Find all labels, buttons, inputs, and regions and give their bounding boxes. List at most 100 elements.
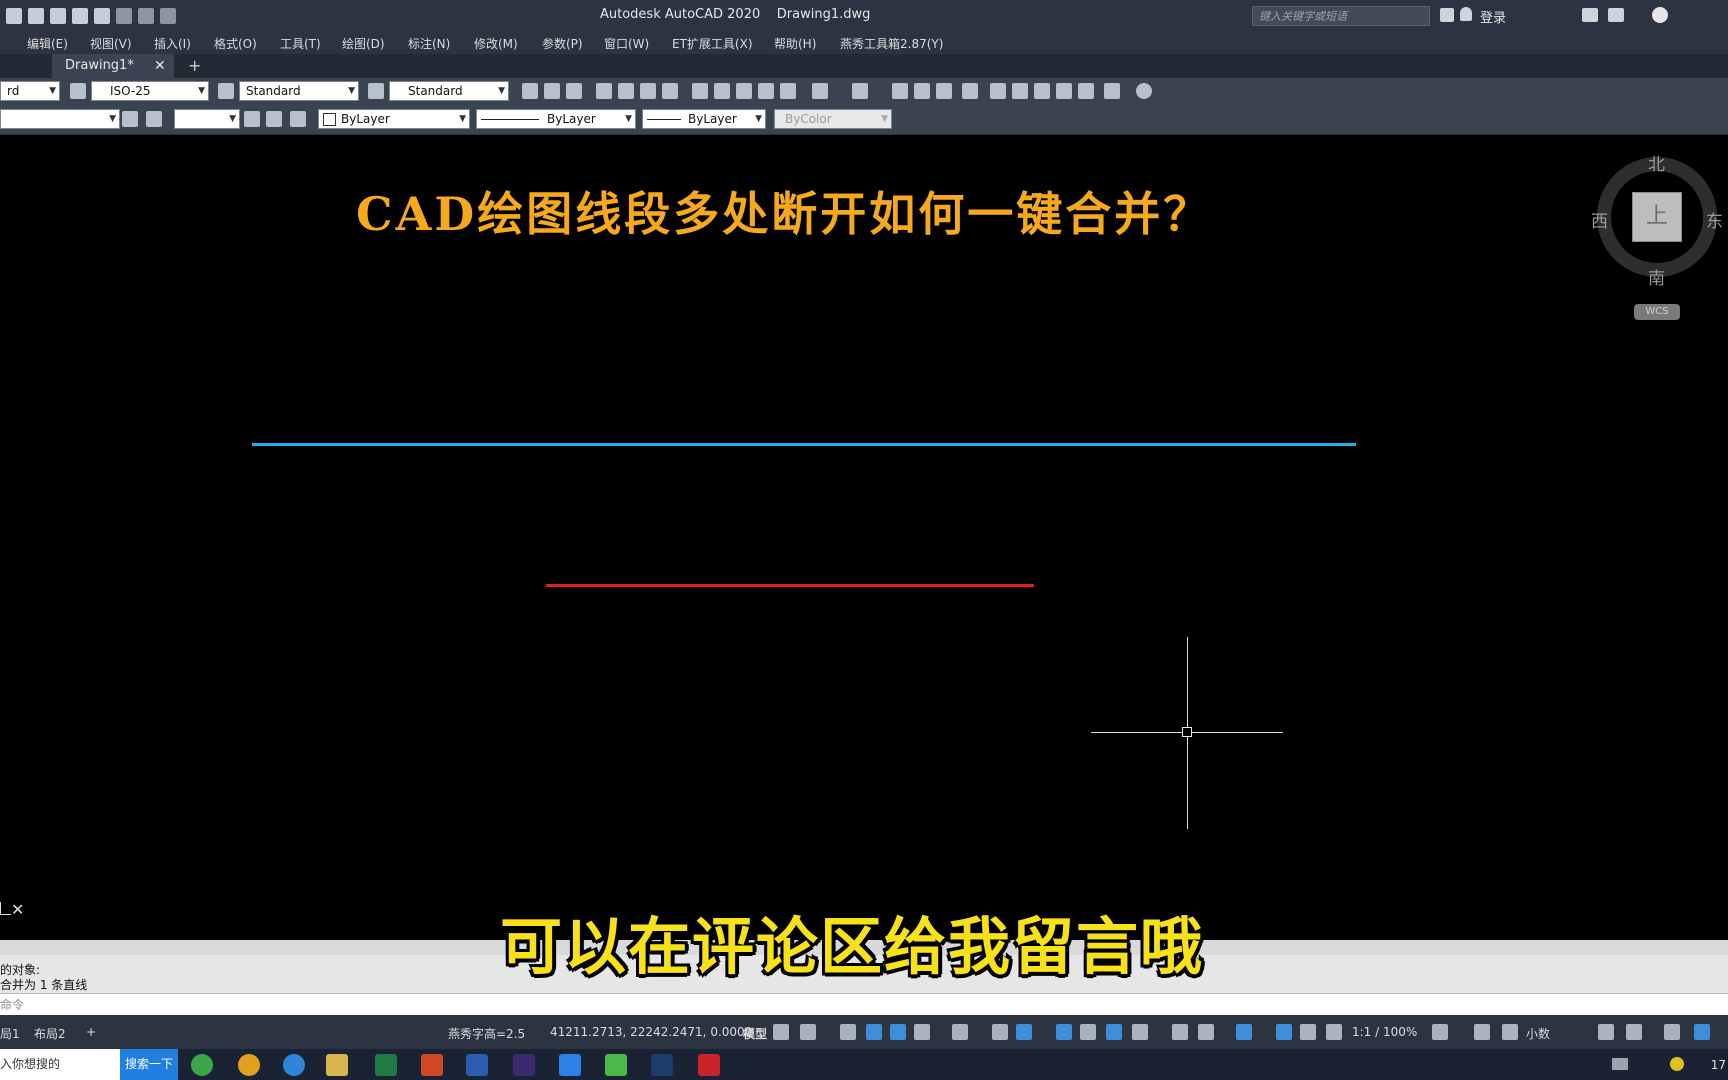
snap-icon[interactable] <box>800 1024 816 1040</box>
3d-osnap-icon[interactable] <box>1132 1024 1148 1040</box>
dynamic-input-icon[interactable] <box>866 1024 882 1040</box>
binoculars-icon[interactable] <box>1440 8 1454 22</box>
add-layout-button[interactable]: + <box>86 1025 96 1039</box>
red-line-entity[interactable] <box>546 584 1034 587</box>
menu-modify[interactable]: 修改(M) <box>474 35 518 52</box>
menu-tools[interactable]: 工具(T) <box>280 35 321 52</box>
properties-icon[interactable] <box>990 83 1006 99</box>
command-input[interactable]: 命令 <box>0 993 1728 1015</box>
compass-west[interactable]: 西 <box>1591 207 1608 232</box>
app-autocad-icon[interactable] <box>698 1054 720 1076</box>
app-powerpoint-icon[interactable] <box>421 1054 443 1076</box>
undo-icon[interactable] <box>812 83 828 99</box>
app-after-effects-icon[interactable] <box>513 1054 535 1076</box>
menu-express-tools[interactable]: ET扩展工具(X) <box>672 35 753 52</box>
dim-style-select[interactable]: ISO-25 ▼ <box>91 81 209 101</box>
save-icon[interactable] <box>566 83 582 99</box>
object-snap-tracking-icon[interactable] <box>992 1024 1008 1040</box>
app-photoshop-icon[interactable] <box>651 1054 673 1076</box>
app-chrome-icon[interactable] <box>238 1054 260 1076</box>
plot-preview-icon[interactable] <box>618 83 634 99</box>
mleader-style-select[interactable]: Standard ▼ <box>389 81 509 101</box>
customize-quick-access-icon[interactable] <box>160 8 176 24</box>
mleader-style-icon[interactable] <box>368 83 384 99</box>
tab-layout2[interactable]: 布局2 <box>34 1025 66 1042</box>
units-icon[interactable] <box>1502 1024 1518 1040</box>
copy-icon[interactable] <box>714 83 730 99</box>
make-current-icon[interactable] <box>146 111 162 127</box>
text-style-select[interactable]: rd ▼ <box>0 81 60 101</box>
isometric-icon[interactable] <box>952 1024 968 1040</box>
hardware-acceleration-icon[interactable] <box>1694 1024 1710 1040</box>
tab-drawing1[interactable]: Drawing1* ✕ <box>52 54 174 78</box>
app-generic-blue-icon[interactable] <box>559 1054 581 1076</box>
new-icon[interactable] <box>522 83 538 99</box>
tab-layout1[interactable]: 局1 <box>0 1025 20 1042</box>
redo-icon[interactable] <box>852 83 868 99</box>
gizmo-icon[interactable] <box>1236 1024 1252 1040</box>
app-explorer-icon[interactable] <box>326 1054 348 1076</box>
help-search-input[interactable]: 键入关键字或短语 <box>1252 6 1430 26</box>
app-word-icon[interactable] <box>466 1054 488 1076</box>
block-editor-icon[interactable] <box>780 83 796 99</box>
publish-icon[interactable] <box>72 8 88 24</box>
lineweight-icon[interactable] <box>1056 1024 1072 1040</box>
menu-parametric[interactable]: 参数(P) <box>542 35 583 52</box>
app-excel-icon[interactable] <box>375 1054 397 1076</box>
app-player-icon[interactable] <box>605 1054 627 1076</box>
menu-edit[interactable]: 编辑(E) <box>27 35 68 52</box>
quick-properties-icon[interactable] <box>1598 1024 1614 1040</box>
menu-view[interactable]: 视图(V) <box>90 35 132 52</box>
layer-iso-icon[interactable] <box>266 111 282 127</box>
markup-icon[interactable] <box>1078 83 1094 99</box>
grid-icon[interactable] <box>773 1024 789 1040</box>
match-properties-icon[interactable] <box>758 83 774 99</box>
units-value[interactable]: 小数 <box>1526 1025 1550 1042</box>
table-style-icon[interactable] <box>218 83 234 99</box>
taskbar-clock[interactable]: 17 <box>1711 1058 1726 1072</box>
design-center-icon[interactable] <box>1012 83 1028 99</box>
annotation-scale-value[interactable]: 1:1 / 100% <box>1352 1025 1417 1039</box>
open-icon[interactable] <box>50 8 66 24</box>
help-icon[interactable] <box>1136 83 1152 99</box>
login-button[interactable]: 登录 <box>1480 7 1506 26</box>
app-ie-icon[interactable] <box>283 1054 305 1076</box>
auto-scale-icon[interactable] <box>1300 1024 1316 1040</box>
tool-palettes-icon[interactable] <box>1034 83 1050 99</box>
calculator-icon[interactable] <box>1104 83 1120 99</box>
transparency-icon[interactable] <box>1080 1024 1096 1040</box>
layer-previous-icon[interactable] <box>244 111 260 127</box>
cyan-line-entity[interactable] <box>252 443 1356 446</box>
lineweight-select[interactable]: ByLayer ▼ <box>642 109 766 129</box>
menu-format[interactable]: 格式(O) <box>214 35 257 52</box>
infer-constraints-icon[interactable] <box>840 1024 856 1040</box>
3d-print-icon[interactable] <box>662 83 678 99</box>
sheet-set-icon[interactable] <box>1056 83 1072 99</box>
tray-ime-icon[interactable] <box>1670 1057 1684 1071</box>
annotation-visibility-icon[interactable] <box>1276 1024 1292 1040</box>
publish-icon[interactable] <box>640 83 656 99</box>
isolate-objects-icon[interactable] <box>1664 1024 1680 1040</box>
linetype-select[interactable]: ByLayer ▼ <box>476 109 636 129</box>
cart-icon[interactable] <box>1582 8 1598 22</box>
menu-yanxiu-tools[interactable]: 燕秀工具箱2.87(Y) <box>840 35 943 52</box>
open-icon[interactable] <box>544 83 560 99</box>
object-snap-icon[interactable] <box>1016 1024 1032 1040</box>
layer-unisolate-icon[interactable] <box>290 111 306 127</box>
table-style-select[interactable]: Standard ▼ <box>239 81 359 101</box>
save-as-icon[interactable] <box>28 8 44 24</box>
taskbar-search-input[interactable]: 入你想搜的 <box>0 1049 120 1080</box>
wcs-menu[interactable]: WCS <box>1634 304 1680 320</box>
compass-east[interactable]: 东 <box>1706 207 1723 232</box>
dim-style-icon[interactable] <box>70 83 86 99</box>
tray-keyboard-icon[interactable] <box>1612 1058 1628 1070</box>
selection-cycling-icon[interactable] <box>1106 1024 1122 1040</box>
zoom-window-icon[interactable] <box>936 83 952 99</box>
workspace-gear-icon[interactable] <box>1432 1024 1448 1040</box>
compass-south[interactable]: 南 <box>1648 264 1665 289</box>
model-space-button[interactable]: 模型 <box>743 1025 767 1042</box>
cut-icon[interactable] <box>692 83 708 99</box>
pan-icon[interactable] <box>892 83 908 99</box>
a360-icon[interactable] <box>1608 8 1624 22</box>
lock-ui-icon[interactable] <box>1626 1024 1642 1040</box>
